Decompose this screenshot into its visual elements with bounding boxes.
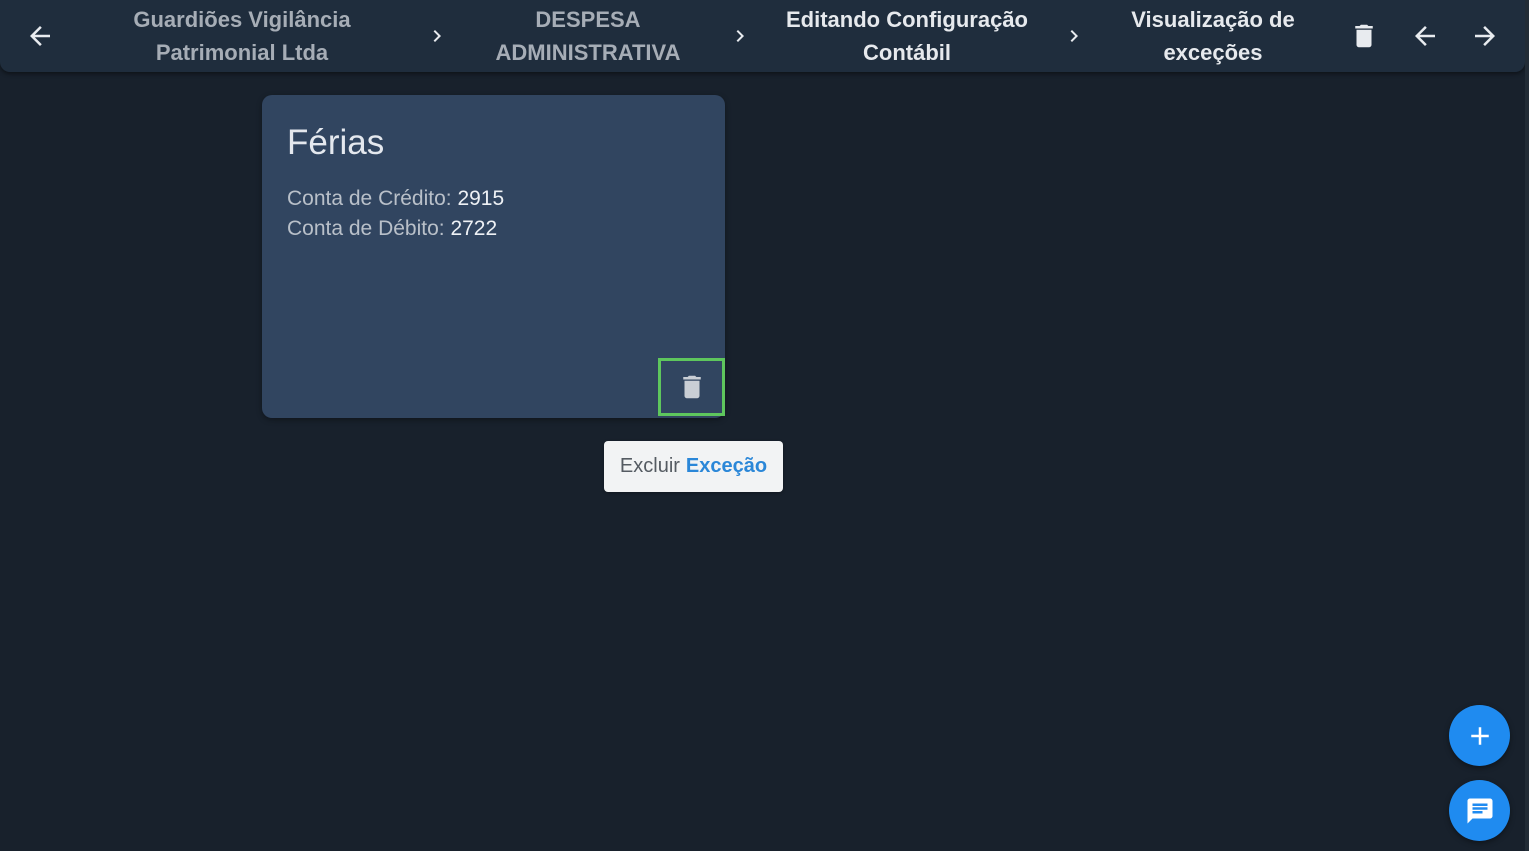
add-exception-button[interactable] — [1449, 705, 1510, 766]
plus-icon — [1470, 726, 1489, 745]
debit-account-label: Conta de Débito: — [287, 217, 445, 240]
back-button[interactable] — [18, 14, 62, 58]
tooltip-accent: Exceção — [685, 455, 768, 477]
exception-card: Férias Conta de Crédito: 2915 Conta de D… — [262, 95, 725, 418]
breadcrumb-accounting-config[interactable]: Editando Configuração Contábil — [762, 2, 1052, 70]
page: Guardiões Vigilância Patrimonial Ltda DE… — [0, 0, 1529, 851]
delete-exception-button[interactable] — [658, 358, 725, 416]
breadcrumb-expense[interactable]: DESPESA ADMINISTRATIVA — [468, 2, 708, 70]
chevron-right-icon — [1062, 22, 1086, 50]
debit-account-line: Conta de Débito: 2722 — [287, 217, 497, 241]
arrow-left-icon — [1415, 26, 1435, 46]
delete-exception-tooltip: Excluir Exceção — [604, 441, 783, 492]
next-button[interactable] — [1463, 14, 1507, 58]
scrollbar-track — [1525, 0, 1529, 851]
top-app-bar: Guardiões Vigilância Patrimonial Ltda DE… — [0, 0, 1525, 72]
card-title: Férias — [287, 123, 385, 162]
trash-icon — [1355, 24, 1373, 48]
tooltip-prefix: Excluir — [619, 455, 680, 477]
chat-icon — [1467, 798, 1492, 823]
previous-button[interactable] — [1403, 14, 1447, 58]
arrow-right-icon — [1475, 26, 1495, 46]
credit-account-label: Conta de Crédito: — [287, 187, 452, 210]
trash-icon — [682, 375, 701, 399]
credit-account-value: 2915 — [457, 187, 505, 210]
chevron-right-icon — [728, 22, 752, 50]
breadcrumb-company[interactable]: Guardiões Vigilância Patrimonial Ltda — [92, 2, 392, 70]
chevron-right-icon — [425, 22, 449, 50]
arrow-left-icon — [30, 26, 50, 46]
credit-account-line: Conta de Crédito: 2915 — [287, 187, 504, 211]
debit-account-value: 2722 — [450, 217, 498, 240]
delete-button[interactable] — [1342, 14, 1386, 58]
breadcrumb-exceptions-view[interactable]: Visualização de exceções — [1098, 2, 1328, 70]
chat-button[interactable] — [1449, 780, 1510, 841]
